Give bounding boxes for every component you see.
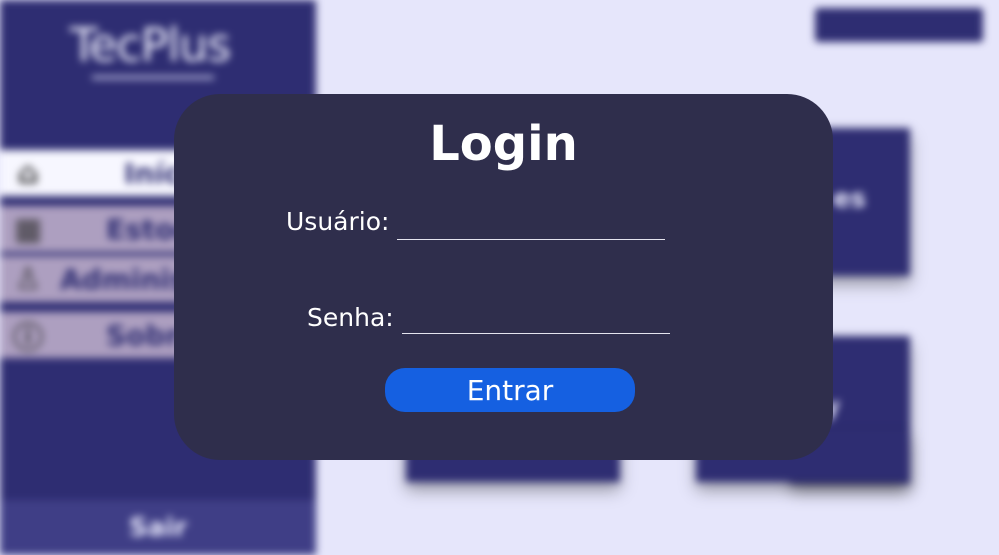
brand-logo: TecPlus <box>69 18 232 72</box>
brand-underline <box>92 76 214 79</box>
logout-button[interactable]: Sair <box>0 500 316 555</box>
password-input[interactable] <box>401 303 670 334</box>
password-label: Senha: <box>307 303 394 332</box>
stock-icon: ▦ <box>13 211 43 247</box>
info-icon: ⓘ <box>13 321 43 356</box>
username-input[interactable] <box>397 209 666 240</box>
username-row: Usuário: <box>286 206 666 240</box>
login-submit-button[interactable]: Entrar <box>385 368 635 412</box>
admin-icon: ♙ <box>14 261 42 297</box>
login-title: Login <box>429 116 578 172</box>
tile-label: es <box>832 184 866 214</box>
password-row: Senha: <box>307 302 670 334</box>
home-icon: ⌂ <box>17 155 39 191</box>
login-modal: Login Usuário: Senha: Entrar <box>174 94 833 460</box>
username-label: Usuário: <box>286 207 390 236</box>
top-right-button[interactable] <box>815 8 983 42</box>
